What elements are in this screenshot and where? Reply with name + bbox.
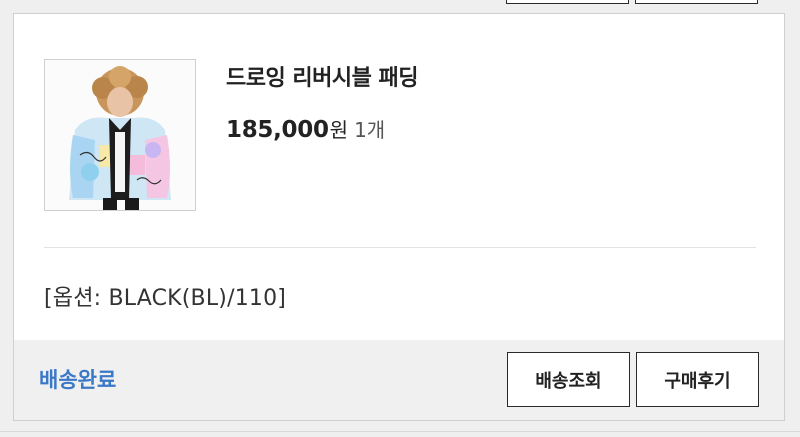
previous-item-button[interactable] <box>635 0 758 4</box>
quantity-label: 1개 <box>354 118 386 142</box>
write-review-button[interactable]: 구매후기 <box>636 352 759 407</box>
divider <box>44 247 756 248</box>
product-name[interactable]: 드로잉 리버시블 패딩 <box>226 60 418 92</box>
currency-label: 원 <box>329 118 349 142</box>
order-footer: 배송완료 배송조회 구매후기 <box>14 340 784 420</box>
previous-item-strip <box>0 0 800 14</box>
option-text: [옵션: BLACK(BL)/110] <box>44 286 287 311</box>
track-delivery-button[interactable]: 배송조회 <box>507 352 630 407</box>
product-photo-icon <box>45 60 195 210</box>
product-thumbnail[interactable] <box>44 59 196 211</box>
next-item-edge <box>0 431 800 437</box>
order-item-card: 드로잉 리버시블 패딩 185,000 원 1개 [옵션: BLACK(BL)/… <box>13 13 785 421</box>
price-line: 185,000 원 1개 <box>226 114 385 143</box>
delivery-status: 배송완료 <box>39 368 117 392</box>
product-price: 185,000 <box>226 117 329 143</box>
previous-item-button[interactable] <box>506 0 629 4</box>
